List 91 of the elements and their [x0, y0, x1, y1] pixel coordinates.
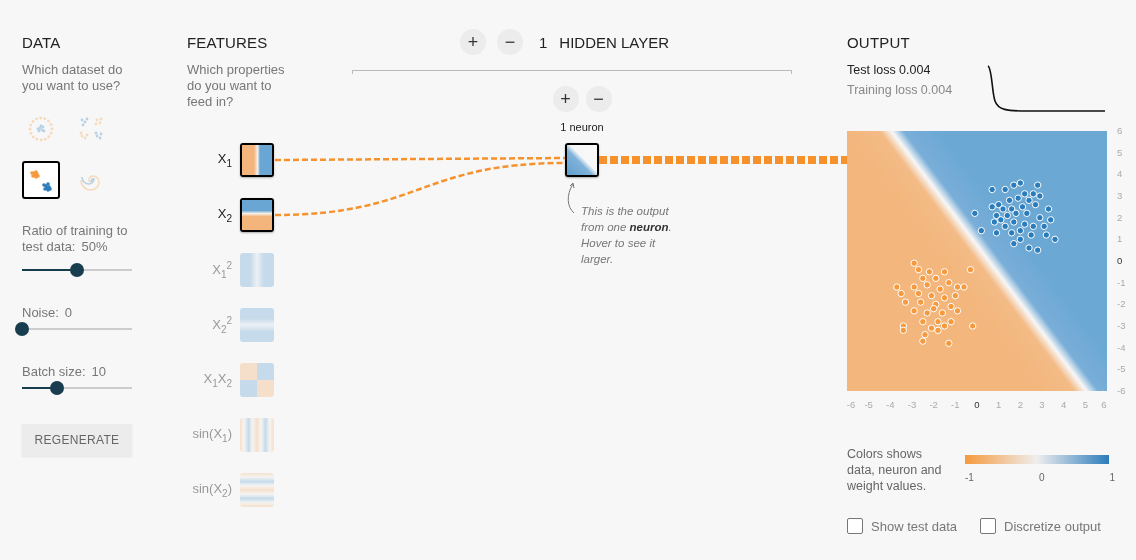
- tick-label: 5: [1117, 146, 1123, 158]
- feature-label: sin(X$_{2}$): [191, 481, 232, 499]
- tick-label: 1: [1117, 233, 1123, 245]
- tick-label: -4: [886, 399, 895, 410]
- tick-label: -6: [1117, 385, 1126, 396]
- data-point: [988, 185, 996, 194]
- neuron-count: 1 neuron: [560, 120, 604, 134]
- feature-label: sin(X$_{1}$): [191, 426, 232, 444]
- data-point: [927, 291, 936, 300]
- tick-label: -1: [951, 399, 960, 410]
- section-title: OUTPUT: [847, 34, 911, 52]
- legend-text: Colors shows data, neuron and weight values.: [847, 446, 943, 494]
- tick-label: -3: [907, 399, 917, 410]
- tick-label: -5: [1117, 363, 1126, 375]
- tick-label: -1: [1117, 276, 1126, 288]
- data-point: [1016, 235, 1025, 244]
- annotation-text: This is the output from one neuron. Hover to see it larger.: [581, 204, 673, 267]
- section-title: DATA: [22, 34, 62, 52]
- tick-label: -2: [1117, 298, 1126, 310]
- data-point: [1031, 200, 1040, 209]
- checkbox[interactable]: [847, 518, 863, 534]
- tick-label: -6: [847, 399, 856, 410]
- scale-label: -1: [965, 472, 974, 483]
- layer-count: 1: [539, 33, 548, 51]
- tick-label: 3: [1117, 190, 1123, 201]
- data-point: [929, 304, 938, 313]
- remove-neuron-button[interactable]: −: [585, 86, 612, 112]
- scale-label: 0: [1038, 472, 1045, 483]
- regenerate-button[interactable]: REGENERATE: [22, 424, 132, 456]
- feature-node[interactable]: [240, 253, 274, 287]
- section-title: FEATURES: [187, 34, 269, 52]
- data-point: [914, 265, 923, 274]
- feature-label: X$_{1}$X$_{2}$: [202, 371, 232, 389]
- data-point: [992, 211, 1001, 220]
- training-loss: Training loss 0.004: [847, 82, 954, 99]
- checkbox-label: Show test data: [871, 518, 957, 534]
- tick-label: 6: [1101, 399, 1107, 410]
- remove-layer-button[interactable]: −: [497, 29, 523, 55]
- tick-label: 1: [996, 399, 1002, 410]
- feature-node[interactable]: [240, 418, 274, 452]
- test-loss: Test loss 0.004: [847, 62, 932, 79]
- scale-label: 1: [1109, 472, 1115, 483]
- data-point: [994, 200, 1003, 209]
- data-point: [966, 265, 975, 274]
- section-description: Which properties do you want to feed in?: [187, 62, 286, 110]
- feature-node[interactable]: [240, 473, 274, 507]
- dataset-thumbnail[interactable]: [22, 161, 60, 199]
- checkbox-label: Discretize output: [1004, 518, 1101, 534]
- add-neuron-button[interactable]: +: [552, 86, 579, 112]
- feature-node[interactable]: [240, 143, 274, 177]
- slider-thumb[interactable]: [50, 381, 65, 395]
- tick-label: 4: [1117, 168, 1123, 180]
- slider-thumb[interactable]: [15, 322, 29, 336]
- slider-thumb[interactable]: [70, 263, 84, 277]
- tick-label: 2: [1017, 399, 1023, 410]
- tick-label: 4: [1061, 399, 1067, 410]
- slider-label: Noise: 0: [22, 305, 74, 321]
- data-point: [951, 291, 960, 300]
- slider-label: Ratio of training to test data: 50%: [22, 223, 129, 255]
- section-description: Which dataset do you want to use?: [22, 62, 124, 94]
- add-layer-button[interactable]: +: [460, 29, 486, 55]
- data-point: [968, 322, 977, 330]
- data-point: [1029, 222, 1038, 231]
- feature-node[interactable]: [240, 308, 274, 342]
- tick-label: -2: [929, 399, 938, 410]
- feature-node[interactable]: [240, 198, 274, 232]
- data-point: [971, 209, 979, 218]
- data-point: [977, 226, 986, 235]
- slider-label: Batch size: 10: [22, 364, 108, 380]
- tick-label: 3: [1039, 399, 1045, 410]
- tick-label: 2: [1117, 211, 1123, 223]
- checkbox[interactable]: [980, 518, 996, 534]
- tick-label: -3: [1117, 320, 1126, 331]
- pointer-arrow: [565, 181, 577, 215]
- tick-label: 6: [1117, 125, 1123, 136]
- tick-label: -5: [864, 399, 873, 410]
- tick-label: 0: [1117, 255, 1123, 266]
- data-point: [899, 326, 908, 335]
- data-point: [1016, 226, 1025, 235]
- hidden-layer-title: HIDDEN LAYER: [559, 33, 670, 51]
- tick-label: -4: [1117, 341, 1126, 353]
- data-point: [914, 289, 923, 298]
- feature-node[interactable]: [240, 363, 274, 397]
- tick-label: 5: [1082, 399, 1088, 410]
- data-point: [1003, 211, 1012, 220]
- data-point: [945, 339, 953, 348]
- feature-label: X$_{2}$: [216, 206, 232, 224]
- feature-label: X$_{1}$: [216, 151, 232, 169]
- neuron-node[interactable]: [565, 143, 599, 177]
- data-point: [1005, 196, 1014, 205]
- tick-label: 0: [974, 399, 980, 410]
